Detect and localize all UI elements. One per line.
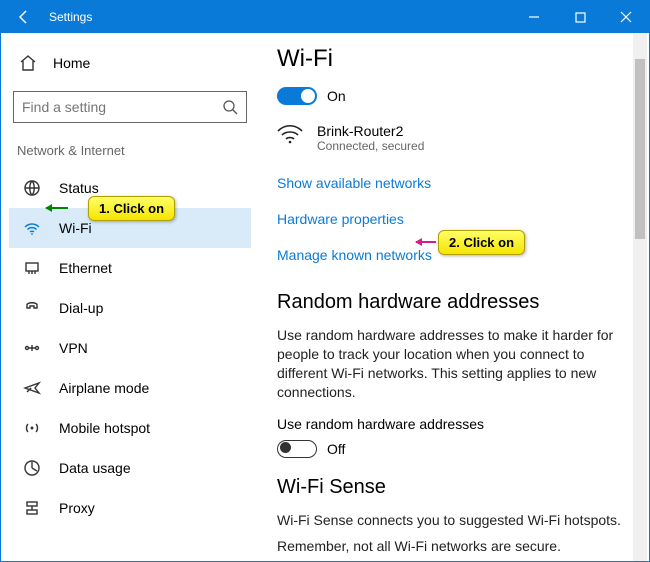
scrollbar-thumb[interactable] bbox=[635, 59, 645, 239]
proxy-icon bbox=[23, 499, 41, 517]
home-icon bbox=[19, 54, 37, 72]
sidebar-item-label: Mobile hotspot bbox=[59, 420, 150, 436]
dialup-icon bbox=[23, 299, 41, 317]
show-available-networks-link[interactable]: Show available networks bbox=[277, 175, 431, 191]
network-name: Brink-Router2 bbox=[317, 123, 424, 139]
sidebar-item-label: Airplane mode bbox=[59, 380, 149, 396]
ethernet-icon bbox=[23, 259, 41, 277]
sidebar-item-label: Data usage bbox=[59, 460, 131, 476]
random-addresses-heading: Random hardware addresses bbox=[277, 291, 625, 314]
content-panel: Wi-Fi On Brink-Router2 Connected, secure… bbox=[259, 33, 633, 561]
back-button[interactable] bbox=[1, 1, 47, 33]
search-input[interactable] bbox=[22, 99, 222, 115]
random-addresses-toggle[interactable] bbox=[277, 440, 317, 458]
minimize-button[interactable] bbox=[511, 1, 557, 33]
scrollbar[interactable] bbox=[633, 33, 647, 561]
random-toggle-state: Off bbox=[327, 441, 345, 457]
arrow-left-icon bbox=[16, 9, 32, 25]
sidebar-item-label: Ethernet bbox=[59, 260, 112, 276]
wifi-toggle-state: On bbox=[327, 88, 346, 104]
hardware-properties-link[interactable]: Hardware properties bbox=[277, 211, 404, 227]
random-addresses-desc: Use random hardware addresses to make it… bbox=[277, 326, 625, 402]
titlebar: Settings bbox=[1, 1, 649, 33]
sidebar-item-label: VPN bbox=[59, 340, 88, 356]
sidebar-item-label: Dial-up bbox=[59, 300, 103, 316]
section-label: Network & Internet bbox=[9, 139, 251, 168]
search-box[interactable] bbox=[13, 91, 247, 123]
sidebar-item-datausage[interactable]: Data usage bbox=[9, 448, 251, 488]
data-usage-icon bbox=[23, 459, 41, 477]
sidebar-item-label: Status bbox=[59, 180, 99, 196]
sidebar-item-hotspot[interactable]: Mobile hotspot bbox=[9, 408, 251, 448]
sidebar-item-airplane[interactable]: Airplane mode bbox=[9, 368, 251, 408]
network-status: Connected, secured bbox=[317, 139, 424, 153]
maximize-button[interactable] bbox=[557, 1, 603, 33]
sidebar-item-status[interactable]: Status bbox=[9, 168, 251, 208]
wifi-sense-heading: Wi-Fi Sense bbox=[277, 476, 625, 499]
sidebar-item-wifi[interactable]: Wi-Fi bbox=[9, 208, 251, 248]
sidebar-item-label: Proxy bbox=[59, 500, 95, 516]
sidebar-item-proxy[interactable]: Proxy bbox=[9, 488, 251, 528]
wifi-sense-note: Remember, not all Wi-Fi networks are sec… bbox=[277, 537, 625, 556]
maximize-icon bbox=[575, 12, 586, 23]
manage-known-networks-link[interactable]: Manage known networks bbox=[277, 247, 432, 263]
wifi-toggle[interactable] bbox=[277, 87, 317, 105]
wifi-sense-desc: Wi-Fi Sense connects you to suggested Wi… bbox=[277, 511, 625, 530]
vpn-icon bbox=[23, 339, 41, 357]
sidebar-item-ethernet[interactable]: Ethernet bbox=[9, 248, 251, 288]
wifi-signal-icon bbox=[277, 123, 303, 153]
sidebar-item-label: Wi-Fi bbox=[59, 220, 92, 236]
random-toggle-label: Use random hardware addresses bbox=[277, 416, 625, 432]
sidebar-item-vpn[interactable]: VPN bbox=[9, 328, 251, 368]
globe-icon bbox=[23, 179, 41, 197]
sidebar-item-dialup[interactable]: Dial-up bbox=[9, 288, 251, 328]
search-icon bbox=[222, 99, 238, 115]
minimize-icon bbox=[528, 11, 540, 23]
current-network[interactable]: Brink-Router2 Connected, secured bbox=[277, 123, 625, 153]
close-icon bbox=[620, 11, 632, 23]
home-button[interactable]: Home bbox=[9, 45, 251, 81]
wifi-icon bbox=[23, 219, 41, 237]
window-title: Settings bbox=[47, 10, 92, 24]
hotspot-icon bbox=[23, 419, 41, 437]
close-button[interactable] bbox=[603, 1, 649, 33]
page-title: Wi-Fi bbox=[277, 45, 625, 73]
airplane-icon bbox=[23, 379, 41, 397]
sidebar: Home Network & Internet Status Wi-Fi Eth… bbox=[1, 33, 259, 561]
home-label: Home bbox=[53, 55, 90, 71]
